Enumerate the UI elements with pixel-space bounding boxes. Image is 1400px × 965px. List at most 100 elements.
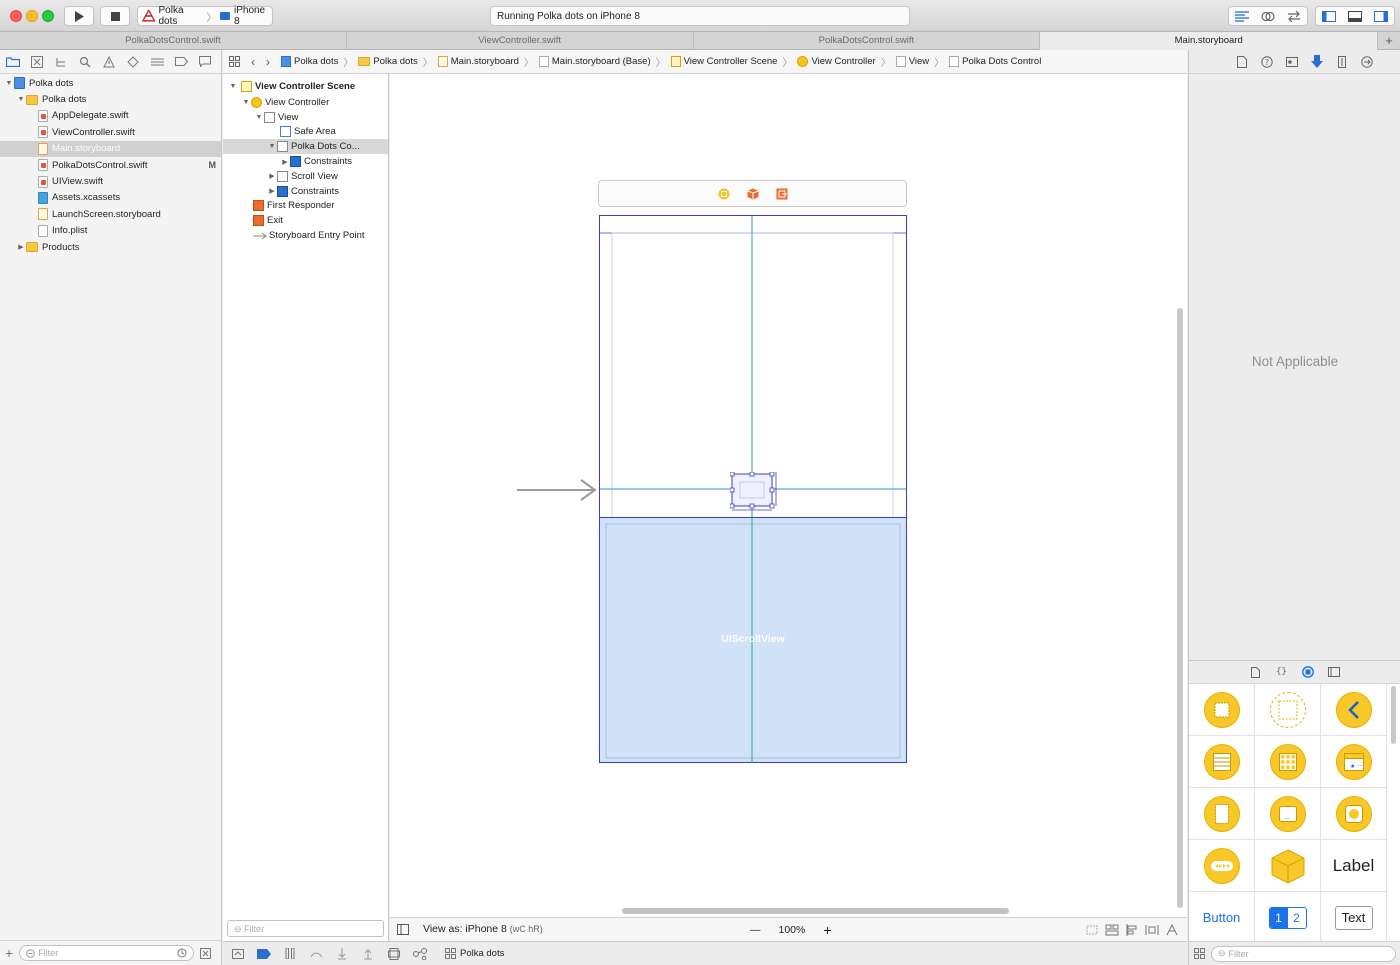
view-controller-frame[interactable]: UIScrollView (599, 215, 907, 763)
navigator-filter-input[interactable]: Filter (19, 945, 195, 961)
warning-icon[interactable] (101, 55, 117, 69)
embed-in-stack-icon[interactable] (1105, 924, 1119, 936)
version-editor-icon[interactable] (1281, 7, 1307, 25)
outline-row[interactable]: Storyboard Entry Point (223, 228, 388, 243)
canvas-horizontal-scrollbar[interactable] (622, 908, 1009, 914)
scroll-view[interactable]: UIScrollView (600, 517, 906, 763)
disclosure-triangle-open-icon[interactable]: ▼ (4, 80, 14, 87)
navigator-toggle-icon[interactable] (1316, 7, 1342, 25)
library-item-tab-bar-controller[interactable]: ★ ··· (1321, 736, 1387, 788)
view-as-device-button[interactable]: View as: iPhone 8 (wC hR) (423, 923, 543, 935)
breadcrumb-polka-dots-control[interactable]: Polka Dots Control (949, 56, 1041, 67)
utilities-toggle-icon[interactable] (1368, 7, 1394, 25)
breadcrumb-project[interactable]: Polka dots (281, 56, 338, 67)
search-icon[interactable] (77, 55, 93, 69)
step-into-icon[interactable] (335, 947, 349, 960)
library-item-label[interactable]: Label (1321, 840, 1387, 892)
breakpoints-toggle-icon[interactable] (257, 948, 271, 960)
breadcrumb-scene[interactable]: View Controller Scene (670, 56, 777, 67)
library-scrollbar[interactable] (1391, 686, 1396, 744)
tree-row-file[interactable]: PolkaDotsControl.swift M (0, 157, 221, 173)
step-over-icon[interactable] (309, 948, 323, 960)
symbol-hierarchy-icon[interactable] (53, 55, 69, 69)
stop-button[interactable] (100, 6, 130, 26)
library-item-collection-view[interactable] (1255, 736, 1321, 788)
standard-editor-icon[interactable] (1229, 7, 1255, 25)
first-responder-icon[interactable] (746, 188, 759, 200)
breadcrumb-view-controller[interactable]: View Controller (797, 56, 876, 67)
tree-row-file[interactable]: Info.plist (0, 223, 221, 239)
scm-filter-icon[interactable] (200, 947, 212, 959)
align-icon[interactable] (1125, 924, 1139, 936)
library-item-avkit-player[interactable] (1189, 840, 1255, 892)
file-template-icon[interactable] (1250, 666, 1262, 678)
library-filter-input[interactable]: ⊖ Filter (1211, 945, 1396, 962)
disclosure-triangle-open-icon[interactable]: ▼ (267, 143, 277, 150)
library-item-table-view[interactable] (1189, 736, 1255, 788)
library-item-object[interactable] (1255, 840, 1321, 892)
disclosure-triangle-open-icon[interactable]: ▼ (241, 99, 251, 106)
step-out-icon[interactable] (361, 948, 375, 960)
library-item-segmented-control[interactable]: 1 2 (1255, 892, 1321, 944)
library-item-button[interactable]: Button (1189, 892, 1255, 944)
test-diamond-icon[interactable] (125, 55, 141, 69)
run-button[interactable] (64, 6, 94, 26)
debug-area-toggle-icon[interactable] (1342, 7, 1368, 25)
zoom-window-button[interactable] (42, 10, 54, 22)
disclosure-triangle-open-icon[interactable]: ▼ (254, 114, 264, 121)
outline-row[interactable]: ▼ View Controller (223, 95, 388, 110)
resolve-issues-icon[interactable] (1165, 924, 1179, 936)
add-file-icon[interactable]: + (5, 945, 13, 961)
report-icon[interactable] (197, 55, 213, 69)
disclosure-triangle-open-icon[interactable]: ▼ (228, 83, 238, 90)
zoom-in-button[interactable]: + (823, 922, 831, 938)
disclosure-triangle-closed-icon[interactable]: ▶ (16, 243, 26, 251)
library-item-split-view[interactable] (1189, 788, 1255, 840)
related-items-icon[interactable] (229, 56, 240, 67)
add-tab-button[interactable]: + (1378, 32, 1400, 49)
grid-view-icon[interactable] (1194, 948, 1205, 959)
outline-filter-input[interactable]: ⊖ Filter (227, 920, 384, 937)
disclosure-triangle-closed-icon[interactable]: ▶ (267, 187, 277, 195)
storyboard-canvas[interactable]: UIScrollView (390, 74, 1187, 917)
library-item-text-field[interactable]: Text (1321, 892, 1387, 944)
view-hierarchy-icon[interactable] (387, 947, 401, 960)
outline-row[interactable]: ▶ Constraints (223, 154, 388, 169)
object-library-icon[interactable] (1301, 666, 1314, 678)
outline-row[interactable]: Safe Area (223, 125, 388, 140)
connections-inspector-icon[interactable] (1360, 55, 1374, 69)
library-item-container-view[interactable] (1255, 684, 1321, 736)
forward-arrow-icon[interactable]: › (266, 55, 270, 69)
polka-dots-control-selection[interactable] (730, 472, 778, 512)
media-library-icon[interactable] (1327, 666, 1340, 678)
source-control-icon[interactable] (29, 55, 45, 69)
outline-row[interactable]: ▼ View (223, 110, 388, 125)
assistant-editor-icon[interactable] (1255, 7, 1281, 25)
tree-row-file[interactable]: Assets.xcassets (0, 190, 221, 206)
breadcrumb-view[interactable]: View (895, 56, 929, 67)
outline-row-scene[interactable]: ▼ View Controller Scene (223, 78, 388, 95)
tree-row-file[interactable]: LaunchScreen.storyboard (0, 206, 221, 222)
help-inspector-icon[interactable]: ? (1260, 55, 1274, 69)
identity-inspector-icon[interactable] (1285, 55, 1299, 69)
recent-files-icon[interactable] (177, 948, 187, 958)
outline-row[interactable]: Exit (223, 213, 388, 228)
folder-icon[interactable] (5, 55, 21, 69)
tree-row-file[interactable]: AppDelegate.swift (0, 108, 221, 124)
library-item-glkit-view[interactable] (1321, 788, 1387, 840)
library-item-page-view[interactable]: ... (1255, 788, 1321, 840)
scheme-selector[interactable]: Polka dots 〉 iPhone 8 (137, 5, 273, 27)
back-arrow-icon[interactable]: ‹ (251, 55, 255, 69)
exit-icon[interactable] (776, 188, 788, 200)
file-inspector-icon[interactable] (1235, 55, 1249, 69)
zoom-level[interactable]: 100% (779, 924, 806, 936)
tree-row-folder[interactable]: ▼ Polka dots (0, 91, 221, 107)
hide-debug-area-icon[interactable] (231, 948, 245, 960)
outline-row[interactable]: ▶ Scroll View (223, 169, 388, 184)
breakpoint-icon[interactable] (173, 55, 189, 69)
tree-row-file[interactable]: ViewController.swift (0, 124, 221, 140)
outline-row[interactable]: First Responder (223, 199, 388, 214)
add-constraints-icon[interactable] (1145, 924, 1159, 936)
tab-viewcontroller-swift[interactable]: ViewController.swift (347, 32, 694, 50)
view-controller-icon[interactable] (718, 188, 730, 200)
